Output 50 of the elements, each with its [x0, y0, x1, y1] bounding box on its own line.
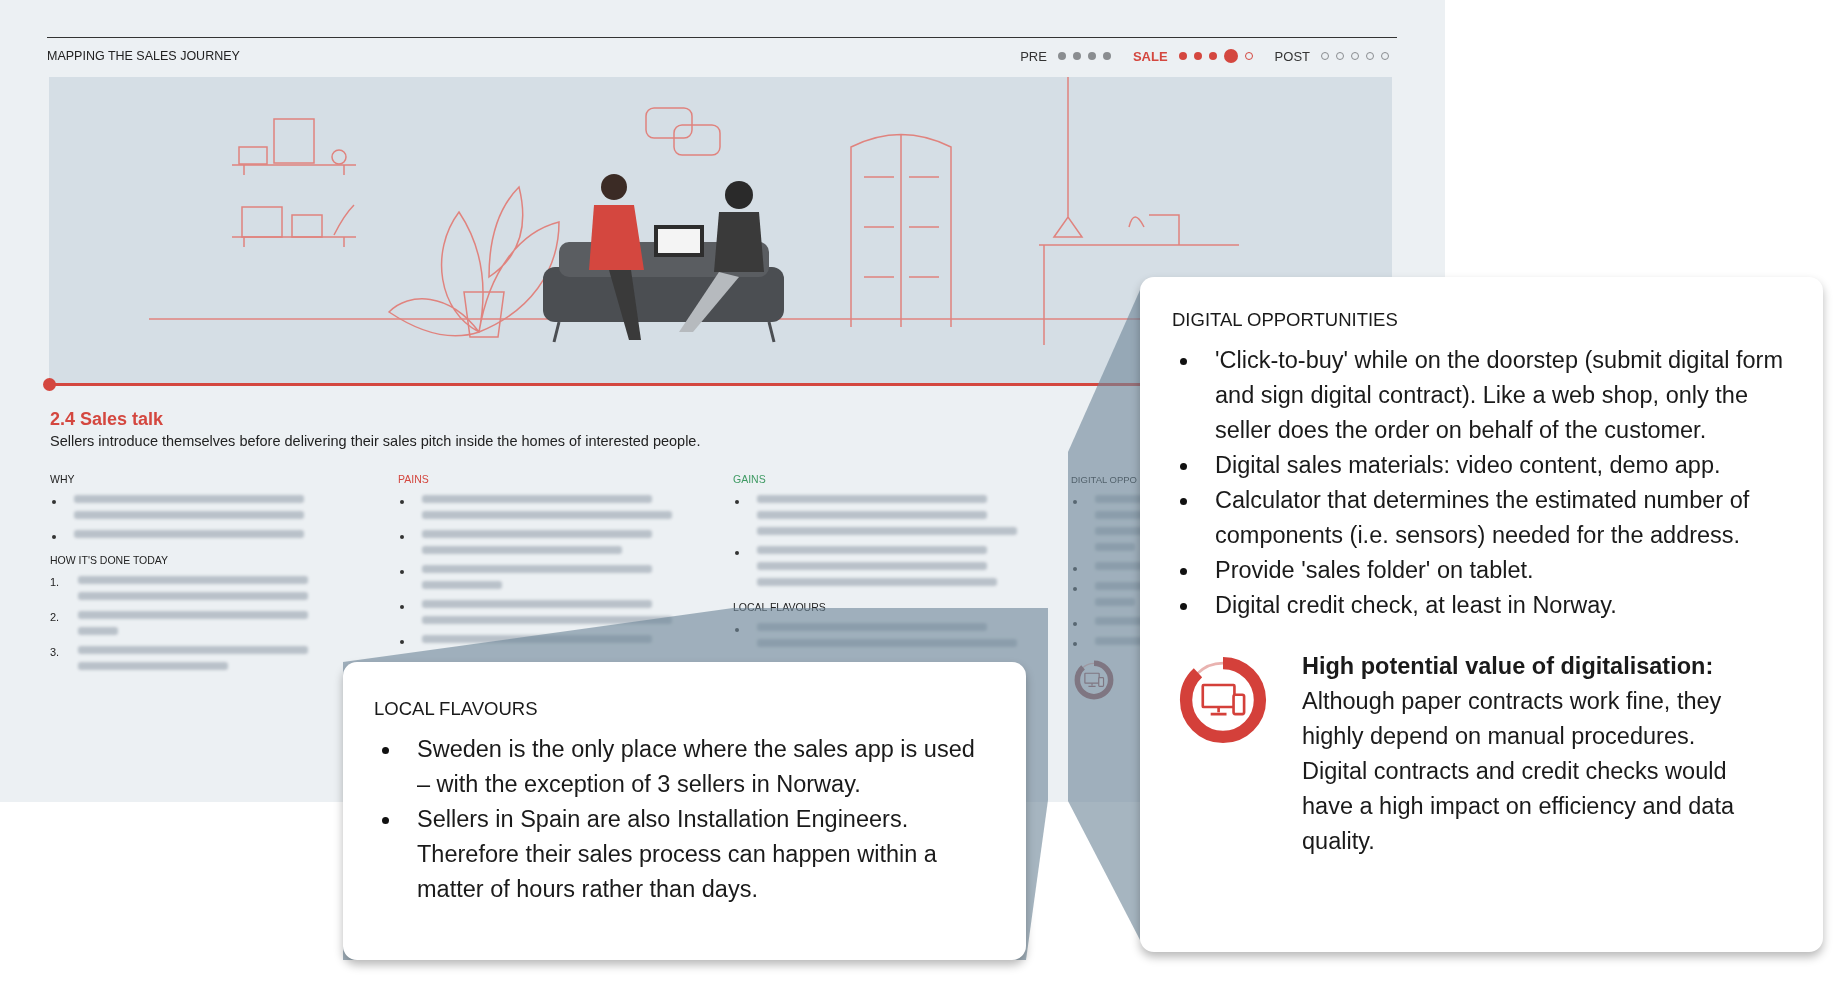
block-label: PAINS	[398, 473, 429, 485]
bullet-text: Digital credit check, at least in Norway.	[1215, 591, 1617, 620]
block-label: HOW IT'S DONE TODAY	[50, 554, 169, 566]
list-number: 1.	[50, 576, 61, 588]
bullet-icon	[52, 500, 56, 504]
stage-label: SALE	[1132, 48, 1168, 64]
devices-icon	[1084, 672, 1105, 687]
bullet-icon	[400, 570, 404, 574]
bullet-icon	[400, 640, 404, 644]
bullet-icon	[400, 535, 404, 539]
section-description: Sellers introduce themselves before delivering their sales pitch inside the homes of interested people.	[50, 433, 701, 449]
bullet-icon	[735, 628, 739, 632]
bullet-icon	[1180, 358, 1187, 365]
devices-icon	[1201, 683, 1246, 716]
bullet-icon	[1180, 498, 1187, 505]
page-title: MAPPING THE SALES JOURNEY	[47, 49, 240, 63]
bullet-text: Sweden is the only place where the sales app is used – with the exception of 3 sellers in Norway.	[417, 735, 976, 799]
bullet-icon	[400, 500, 404, 504]
callout-title: DIGITAL OPPORTUNITIES	[1172, 309, 1398, 331]
bullet-icon	[1073, 622, 1077, 626]
section-title: 2.4 Sales talk	[50, 409, 164, 430]
bullet-text: Sellers in Spain are also Installation Engineers. Therefore their sales process can happen within a matter of hours rather than days.	[417, 805, 938, 904]
bullet-icon	[400, 605, 404, 609]
bullet-icon	[1073, 500, 1077, 504]
callout-title: LOCAL FLAVOURS	[374, 698, 538, 720]
block-label: WHY	[50, 473, 75, 485]
bullet-text: Calculator that determines the estimated number of components (i.e. sensors) needed for the address.	[1215, 486, 1751, 550]
bullet-icon	[1180, 463, 1187, 470]
list-number: 3.	[50, 646, 61, 658]
bullet-icon	[1073, 642, 1077, 646]
bullet-icon	[1073, 567, 1077, 571]
value-text: Although paper contracts work fine, they highly depend on manual procedures. Digital contracts and credit checks would have a high impact on efficiency and data quality.	[1302, 687, 1735, 856]
bullet-icon	[52, 535, 56, 539]
bullet-icon	[1073, 587, 1077, 591]
bullet-icon	[735, 551, 739, 555]
list-number: 2.	[50, 611, 61, 623]
block-label: DIGITAL OPPO	[1071, 474, 1137, 485]
bullet-icon	[1180, 603, 1187, 610]
bullet-icon	[382, 747, 389, 754]
block-label: LOCAL FLAVOURS	[733, 601, 826, 613]
bullet-text: 'Click-to-buy' while on the doorstep (submit digital form and sign digital contract). Like a web shop, only the seller does the order on behalf of the customer.	[1215, 346, 1783, 445]
stage-label: POST	[1274, 48, 1310, 64]
bullet-text: Digital sales materials: video content, demo app.	[1215, 451, 1721, 480]
stage-label: PRE	[1020, 48, 1047, 64]
bullet-icon	[735, 500, 739, 504]
bullet-text: Provide 'sales folder' on tablet.	[1215, 556, 1534, 585]
block-label: GAINS	[733, 473, 766, 485]
value-heading: High potential value of digitalisation:	[1302, 652, 1714, 681]
bullet-icon	[1180, 568, 1187, 575]
bullet-icon	[382, 817, 389, 824]
